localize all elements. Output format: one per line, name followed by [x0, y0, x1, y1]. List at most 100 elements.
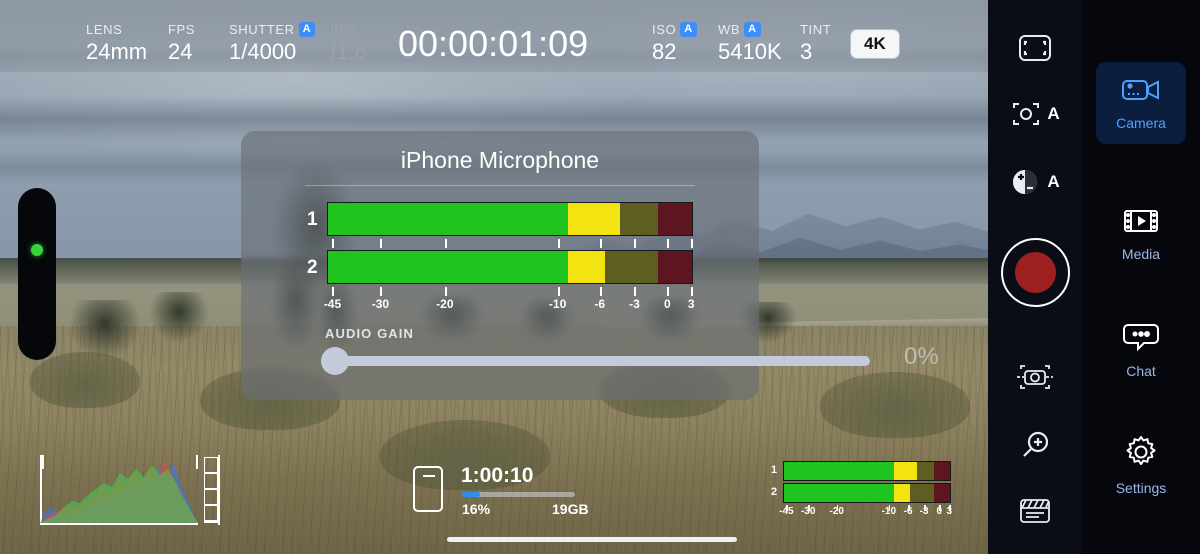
scale-label: 0 — [664, 297, 671, 311]
meter-segment-green — [784, 484, 894, 502]
mini-channel-2-meter — [783, 483, 951, 503]
sidebar-item-camera-label: Camera — [1116, 114, 1166, 131]
tick — [557, 239, 560, 248]
status-lens[interactable]: LENS 24mm — [86, 22, 147, 65]
audio-settings-dialog: iPhone Microphone 1 2 -45 -30 -20 -10 -6… — [241, 131, 939, 400]
scale-label: -10 — [548, 297, 567, 311]
status-fps-value: 24 — [168, 39, 193, 64]
status-shutter-value: 1/4000 — [229, 39, 297, 64]
wb-text: WB — [718, 22, 741, 37]
scale-label: -6 — [594, 297, 605, 311]
camera-tools-column: A A — [988, 0, 1082, 554]
status-iris[interactable]: IRIS f1.8 — [330, 22, 367, 65]
scale-label: -3 — [629, 297, 640, 311]
rgb-histogram[interactable] — [40, 455, 220, 525]
iso-text: ISO — [652, 22, 677, 37]
meter-segment-green — [328, 203, 569, 235]
tick — [691, 239, 694, 248]
sidebar-item-settings-label: Settings — [1115, 479, 1167, 496]
histogram-curves — [40, 461, 198, 523]
resolution-button[interactable]: 4K — [850, 29, 900, 59]
storage-progress-fill — [462, 492, 481, 497]
meter-tick-marks-lower — [327, 287, 694, 296]
meter-tick-marks-upper — [327, 239, 694, 248]
mini-meter-scale-labels: -45 -30 -20 -10 -6 -3 0 3 — [779, 506, 953, 520]
storage-time-remaining: 1:00:10 — [461, 464, 534, 487]
scale-label: 3 — [687, 297, 695, 311]
mini-meter-row: 1 — [771, 461, 957, 481]
tick — [667, 287, 670, 296]
shrub — [150, 292, 208, 342]
status-fps[interactable]: FPS 24 — [168, 22, 195, 65]
mini-meter-row: 2 — [771, 483, 957, 503]
meter-segment-olive — [910, 484, 935, 502]
status-tint-value: 3 — [800, 39, 813, 64]
status-wb-label: WB A — [718, 22, 782, 37]
status-shutter-label: SHUTTER A — [229, 22, 316, 37]
meter-segment-yellow — [893, 462, 918, 480]
camcorder-icon — [1121, 76, 1161, 109]
focus-reticle-icon[interactable]: A — [988, 85, 1082, 143]
status-iris-label: IRIS — [330, 22, 358, 37]
home-indicator — [447, 537, 737, 542]
divider — [305, 185, 695, 186]
meter-segment-yellow — [893, 484, 911, 502]
left-edge-control-pill[interactable] — [18, 188, 56, 360]
record-button[interactable] — [1001, 238, 1070, 307]
scale-label: -30 — [371, 297, 390, 311]
tick — [444, 287, 447, 296]
sidebar-item-chat[interactable]: Chat — [1096, 309, 1186, 391]
audio-gain-slider-track[interactable] — [329, 356, 870, 366]
status-iso-value: 82 — [652, 39, 677, 64]
status-lens-value: 24mm — [86, 39, 148, 64]
meter-segment-olive — [917, 462, 935, 480]
slate-icon[interactable] — [988, 482, 1082, 540]
audio-gain-slider-knob[interactable] — [321, 347, 349, 375]
sidebar-item-media[interactable]: Media — [1096, 193, 1186, 275]
status-tint-label: TINT — [800, 22, 832, 37]
meter-segment-red — [934, 462, 950, 480]
mini-audio-meter[interactable]: 1 2 -45 -30 -20 -10 -6 -3 0 3 — [771, 461, 957, 523]
meter-segment-olive — [619, 203, 658, 235]
storage-indicator[interactable]: 1:00:10 16% 19GB — [405, 458, 610, 520]
status-fps-label: FPS — [168, 22, 196, 37]
scale-label: -3 — [919, 506, 929, 517]
status-iris-value: f1.8 — [330, 39, 367, 64]
zoom-magnifier-icon[interactable] — [988, 416, 1082, 474]
tick — [557, 287, 560, 296]
timecode-display: 00:00:01:09 — [398, 23, 589, 64]
sidebar-item-camera[interactable]: Camera — [1096, 62, 1186, 144]
meter-segment-red — [657, 203, 692, 235]
sidebar-item-settings[interactable]: Settings — [1096, 424, 1186, 506]
tick — [634, 239, 637, 248]
scale-label: -10 — [881, 506, 897, 517]
filmstrip-icon — [1122, 207, 1160, 240]
camera-app-window: LENS 24mm FPS 24 SHUTTER A 1/4000 IRIS f1… — [0, 0, 1200, 554]
camera-status-bar: LENS 24mm FPS 24 SHUTTER A 1/4000 IRIS f1… — [0, 0, 988, 72]
device-icon — [413, 466, 443, 512]
status-tint[interactable]: TINT 3 — [800, 22, 831, 65]
mini-channel-1-meter — [783, 461, 951, 481]
auto-badge-wb: A — [744, 22, 761, 37]
audio-gain-label: AUDIO GAIN — [325, 326, 414, 341]
tick — [599, 239, 602, 248]
framing-guide-icon[interactable] — [988, 19, 1082, 77]
status-iso[interactable]: ISO A 82 — [652, 22, 697, 65]
gear-icon — [1124, 435, 1158, 474]
status-lens-label: LENS — [86, 22, 123, 37]
app-navigation-sidebar: Camera Media Chat Settings — [1082, 0, 1200, 554]
audio-level-meters: 1 2 -45 -30 -20 -10 -6 -3 0 3 — [307, 202, 699, 315]
audio-meter-row: 1 — [307, 202, 699, 236]
scale-label: -20 — [436, 297, 454, 311]
tick — [332, 239, 335, 248]
status-shutter[interactable]: SHUTTER A 1/4000 — [229, 22, 316, 65]
tick — [691, 287, 694, 296]
scale-label: 3 — [946, 506, 953, 517]
exposure-scale-bar — [204, 457, 218, 523]
tick — [599, 287, 602, 296]
stabilizer-icon[interactable] — [988, 348, 1082, 406]
shutter-text: SHUTTER — [229, 22, 295, 37]
sidebar-item-media-label: Media — [1121, 245, 1161, 262]
status-wb[interactable]: WB A 5410K — [718, 22, 782, 65]
exposure-icon[interactable]: A — [988, 153, 1082, 211]
